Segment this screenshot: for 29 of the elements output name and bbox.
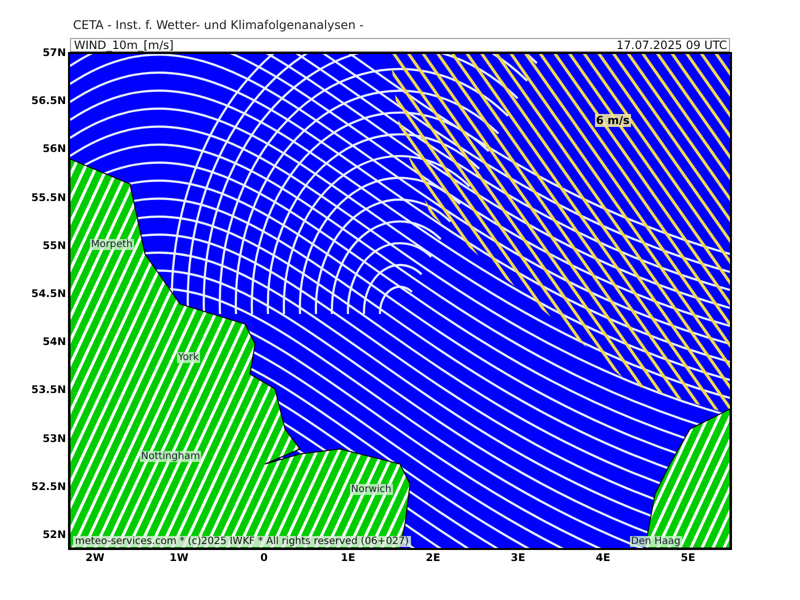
copyright-text: meteo-services.com * (c)2025 IWKF * All rights reserved (06+027)	[73, 536, 411, 547]
latitude-label: 55N	[42, 240, 66, 252]
latitude-label: 55.5N	[31, 192, 66, 204]
latitude-label: 54.5N	[31, 288, 66, 300]
latitude-label: 56.5N	[31, 95, 66, 108]
wind-speed-label: 6 m/s	[595, 114, 631, 127]
longitude-label: 2E	[426, 552, 440, 564]
city-label: Den Haag	[630, 536, 682, 547]
longitude-label: 4E	[596, 552, 610, 564]
longitude-label: 0	[260, 552, 268, 564]
city-label: York	[177, 352, 200, 363]
latitude-label: 57N	[42, 47, 66, 59]
longitude-label: 1W	[170, 552, 188, 564]
longitude-label: 5E	[680, 552, 696, 564]
city-label: Morpeth	[90, 239, 134, 250]
latitude-label: 52N	[42, 528, 66, 541]
latitude-label: 52.5N	[31, 480, 66, 493]
latitude-label: 56N	[42, 143, 66, 156]
latitude-label: 53.5N	[31, 384, 66, 396]
city-label: Norwich	[350, 484, 393, 495]
variable-label: WIND_10m_[m/s]	[74, 38, 174, 52]
city-label: Nottingham	[140, 451, 202, 462]
longitude-label: 2W	[86, 552, 104, 564]
latitude-label: 54N	[42, 336, 66, 348]
valid-time: 17.07.2025 09 UTC	[616, 38, 727, 52]
chart-title: CETA - Inst. f. Wetter- und Klimafolgenanalysen -	[73, 18, 365, 34]
longitude-label: 3E	[510, 552, 526, 564]
longitude-label: 1E	[340, 552, 356, 564]
latitude-label: 53N	[42, 432, 66, 444]
